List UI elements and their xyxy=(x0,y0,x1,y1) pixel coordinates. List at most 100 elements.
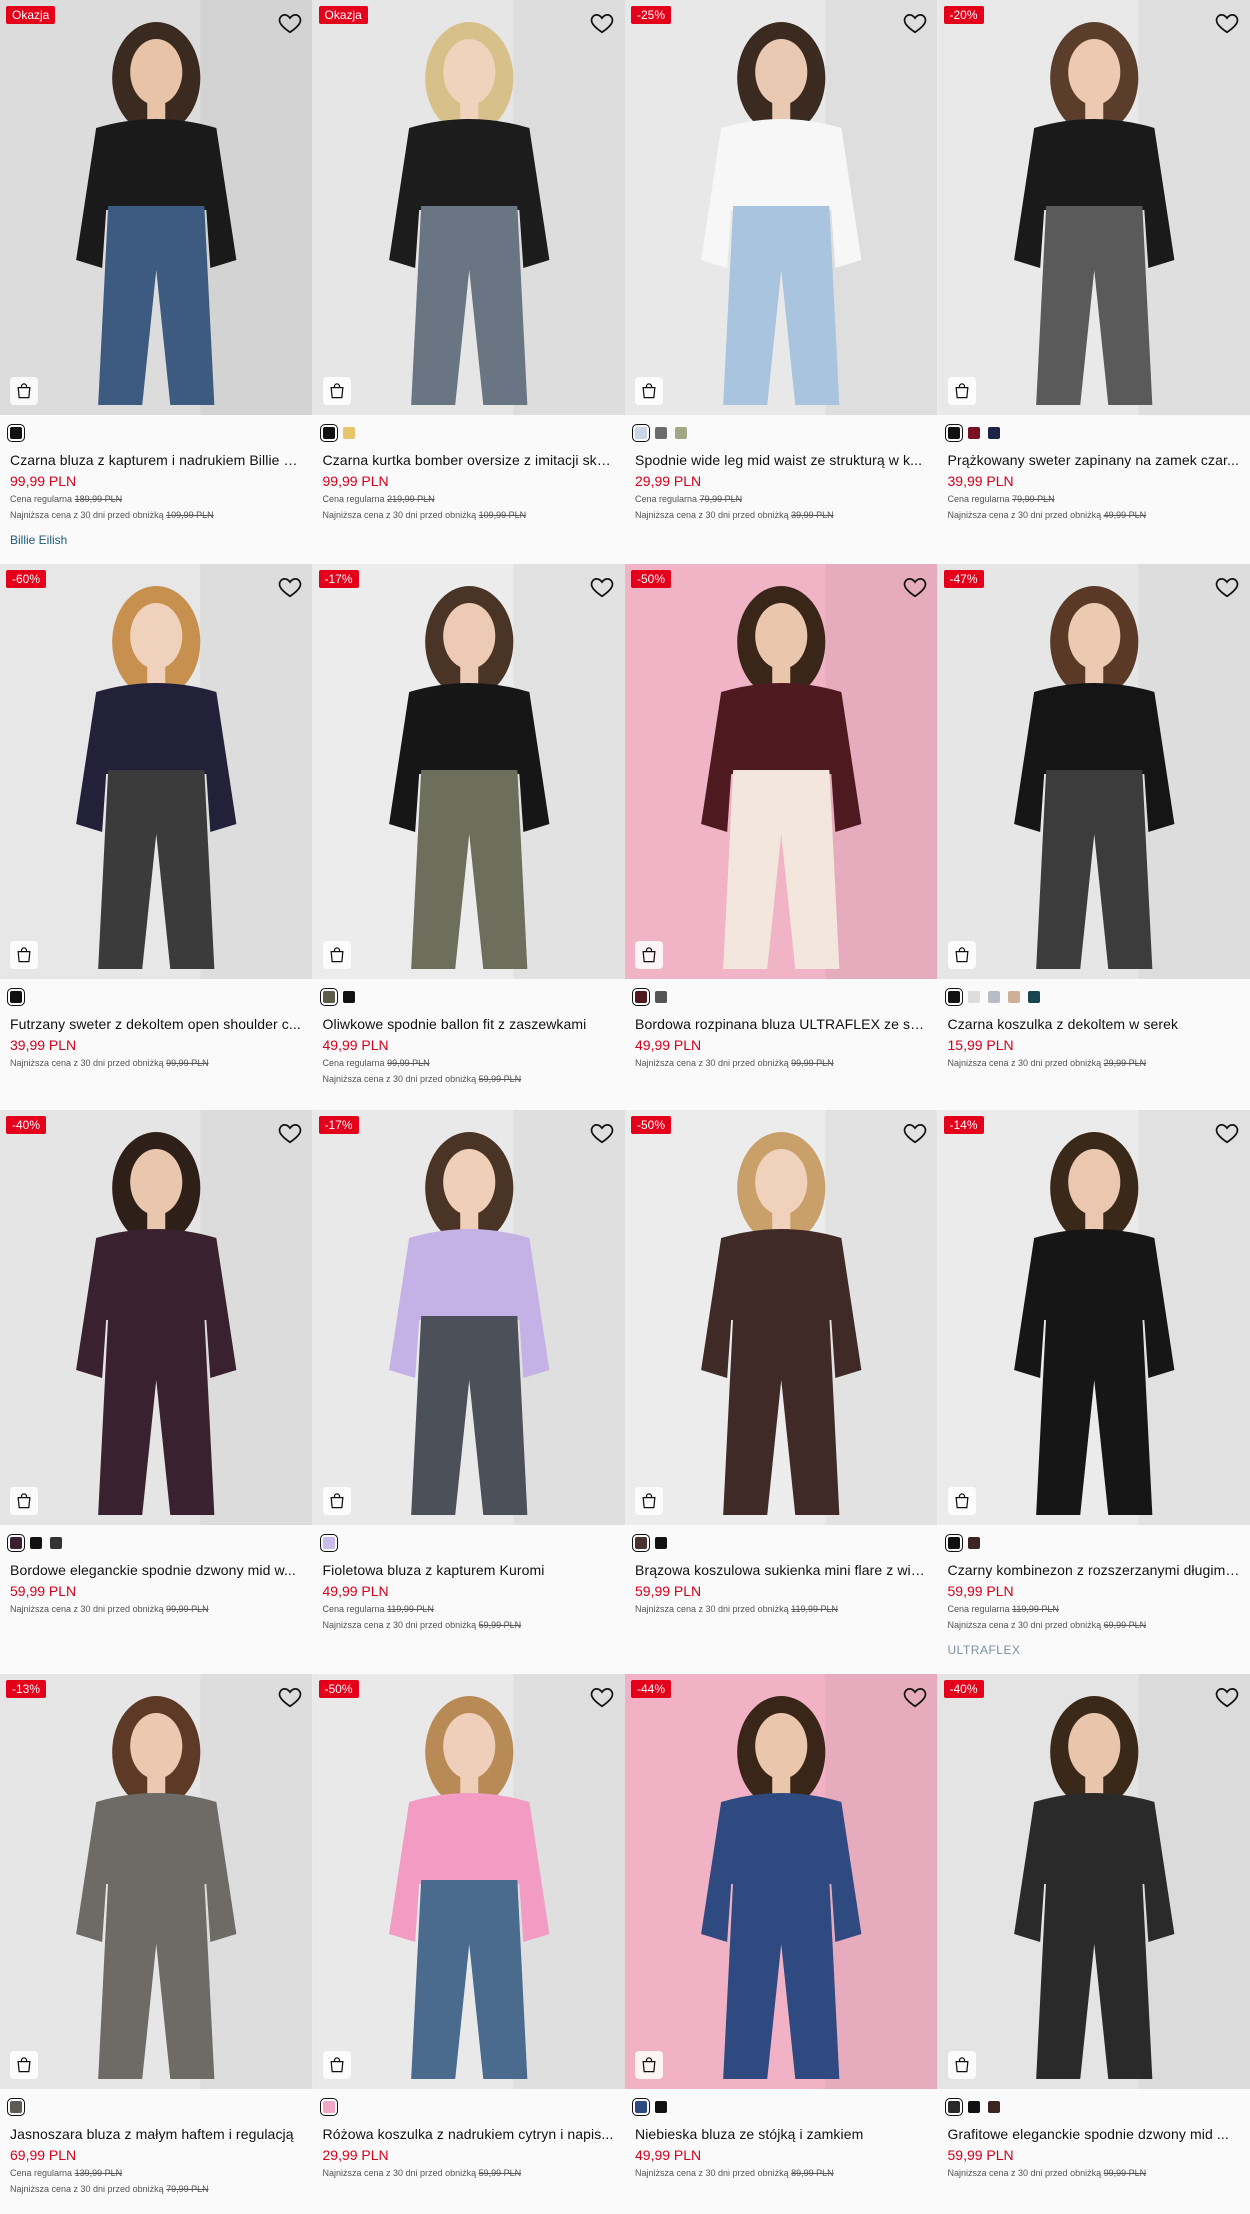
product-image[interactable]: -60% xyxy=(0,564,313,979)
product-name[interactable]: Bordowe eleganckie spodnie dzwony mid w.… xyxy=(10,1562,303,1578)
color-swatch[interactable] xyxy=(319,988,338,1006)
product-image[interactable]: -50% xyxy=(625,564,938,979)
heart-icon[interactable] xyxy=(589,1120,615,1146)
color-swatch[interactable] xyxy=(655,427,667,439)
product-card[interactable]: -17% Fioletowa bluza z kapturem Kuromi 4… xyxy=(312,1110,625,1674)
product-name[interactable]: Czarna koszulka z dekoltem w serek xyxy=(948,1016,1241,1032)
color-swatch[interactable] xyxy=(655,991,667,1003)
add-to-bag-icon[interactable] xyxy=(947,1487,976,1515)
heart-icon[interactable] xyxy=(902,1684,928,1710)
product-name[interactable]: Brązowa koszulowa sukienka mini flare z … xyxy=(635,1562,928,1578)
product-name[interactable]: Czarna kurtka bomber oversize z imitacji… xyxy=(323,452,616,468)
product-tag[interactable]: ULTRAFLEX xyxy=(948,1643,1241,1657)
product-name[interactable]: Oliwkowe spodnie ballon fit z zaszewkami xyxy=(323,1016,616,1032)
heart-icon[interactable] xyxy=(277,10,303,36)
add-to-bag-icon[interactable] xyxy=(635,941,663,969)
color-swatch[interactable] xyxy=(7,2098,25,2116)
add-to-bag-icon[interactable] xyxy=(10,1487,38,1515)
product-name[interactable]: Czarny kombinezon z rozszerzanymi długim… xyxy=(948,1562,1241,1578)
heart-icon[interactable] xyxy=(1214,1684,1240,1710)
add-to-bag-icon[interactable] xyxy=(322,2051,351,2079)
product-image[interactable]: -47% xyxy=(937,564,1250,979)
color-swatch[interactable] xyxy=(987,991,1000,1003)
product-image[interactable]: -40% xyxy=(937,1674,1250,2089)
color-swatch[interactable] xyxy=(655,1537,667,1549)
product-card[interactable]: -44% Niebieska bluza ze stójką i zamkiem… xyxy=(625,1674,938,2214)
add-to-bag-icon[interactable] xyxy=(947,941,976,969)
color-swatch[interactable] xyxy=(987,427,1000,439)
add-to-bag-icon[interactable] xyxy=(10,377,38,405)
product-card[interactable]: -25% Spodnie wide leg mid waist ze struk… xyxy=(625,0,938,564)
product-card[interactable]: -47% Czarna koszulka z dekoltem w serek … xyxy=(937,564,1250,1110)
heart-icon[interactable] xyxy=(589,574,615,600)
product-card[interactable]: -13% Jasnoszara bluza z małym haftem i r… xyxy=(0,1674,313,2214)
color-swatch[interactable] xyxy=(967,2101,980,2113)
color-swatch[interactable] xyxy=(987,2101,1000,2113)
product-name[interactable]: Różowa koszulka z nadrukiem cytryn i nap… xyxy=(323,2126,616,2142)
product-image[interactable]: -50% xyxy=(312,1674,625,2089)
heart-icon[interactable] xyxy=(277,1684,303,1710)
color-swatch[interactable] xyxy=(967,991,980,1003)
color-swatch[interactable] xyxy=(967,427,980,439)
product-name[interactable]: Niebieska bluza ze stójką i zamkiem xyxy=(635,2126,928,2142)
heart-icon[interactable] xyxy=(277,574,303,600)
product-card[interactable]: -40% Grafitowe eleganckie spodnie dzwony… xyxy=(937,1674,1250,2214)
product-name[interactable]: Prążkowany sweter zapinany na zamek czar… xyxy=(948,452,1241,468)
product-tag[interactable]: Billie Eilish xyxy=(10,533,303,547)
product-card[interactable]: -60% Futrzany sweter z dekoltem open sho… xyxy=(0,564,313,1110)
product-card[interactable]: -50% Brązowa koszulowa sukienka mini fla… xyxy=(625,1110,938,1674)
product-image[interactable]: -44% xyxy=(625,1674,938,2089)
product-image[interactable]: -17% xyxy=(312,564,625,979)
color-swatch[interactable] xyxy=(50,1537,62,1549)
product-card[interactable]: Okazja Czarna kurtka bomber oversize z i… xyxy=(312,0,625,564)
color-swatch[interactable] xyxy=(342,991,355,1003)
product-image[interactable]: Okazja xyxy=(0,0,313,415)
color-swatch[interactable] xyxy=(632,2098,650,2116)
add-to-bag-icon[interactable] xyxy=(322,377,351,405)
product-image[interactable]: -13% xyxy=(0,1674,313,2089)
color-swatch[interactable] xyxy=(944,424,963,442)
product-card[interactable]: -40% Bordowe eleganckie spodnie dzwony m… xyxy=(0,1110,313,1674)
add-to-bag-icon[interactable] xyxy=(322,1487,351,1515)
color-swatch[interactable] xyxy=(7,424,25,442)
product-name[interactable]: Spodnie wide leg mid waist ze strukturą … xyxy=(635,452,928,468)
add-to-bag-icon[interactable] xyxy=(635,377,663,405)
color-swatch[interactable] xyxy=(342,427,355,439)
color-swatch[interactable] xyxy=(1007,991,1020,1003)
heart-icon[interactable] xyxy=(1214,574,1240,600)
product-card[interactable]: -17% Oliwkowe spodnie ballon fit z zasze… xyxy=(312,564,625,1110)
add-to-bag-icon[interactable] xyxy=(635,1487,663,1515)
color-swatch[interactable] xyxy=(632,424,650,442)
color-swatch[interactable] xyxy=(655,2101,667,2113)
add-to-bag-icon[interactable] xyxy=(10,2051,38,2079)
product-name[interactable]: Grafitowe eleganckie spodnie dzwony mid … xyxy=(948,2126,1241,2142)
product-name[interactable]: Jasnoszara bluza z małym haftem i regula… xyxy=(10,2126,303,2142)
color-swatch[interactable] xyxy=(632,988,650,1006)
heart-icon[interactable] xyxy=(1214,10,1240,36)
color-swatch[interactable] xyxy=(1027,991,1040,1003)
add-to-bag-icon[interactable] xyxy=(10,941,38,969)
product-card[interactable]: -50% Różowa koszulka z nadrukiem cytryn … xyxy=(312,1674,625,2214)
add-to-bag-icon[interactable] xyxy=(635,2051,663,2079)
add-to-bag-icon[interactable] xyxy=(947,377,976,405)
heart-icon[interactable] xyxy=(589,1684,615,1710)
product-image[interactable]: -20% xyxy=(937,0,1250,415)
product-name[interactable]: Czarna bluza z kapturem i nadrukiem Bill… xyxy=(10,452,303,468)
color-swatch[interactable] xyxy=(632,1534,650,1552)
product-image[interactable]: Okazja xyxy=(312,0,625,415)
product-name[interactable]: Futrzany sweter z dekoltem open shoulder… xyxy=(10,1016,303,1032)
heart-icon[interactable] xyxy=(589,10,615,36)
product-image[interactable]: -25% xyxy=(625,0,938,415)
color-swatch[interactable] xyxy=(319,424,338,442)
heart-icon[interactable] xyxy=(1214,1120,1240,1146)
product-card[interactable]: -50% Bordowa rozpinana bluza ULTRAFLEX z… xyxy=(625,564,938,1110)
product-image[interactable]: -40% xyxy=(0,1110,313,1525)
product-image[interactable]: -17% xyxy=(312,1110,625,1525)
add-to-bag-icon[interactable] xyxy=(322,941,351,969)
heart-icon[interactable] xyxy=(902,10,928,36)
color-swatch[interactable] xyxy=(319,1534,338,1552)
add-to-bag-icon[interactable] xyxy=(947,2051,976,2079)
product-name[interactable]: Bordowa rozpinana bluza ULTRAFLEX ze stó… xyxy=(635,1016,928,1032)
color-swatch[interactable] xyxy=(7,988,25,1006)
product-image[interactable]: -50% xyxy=(625,1110,938,1525)
